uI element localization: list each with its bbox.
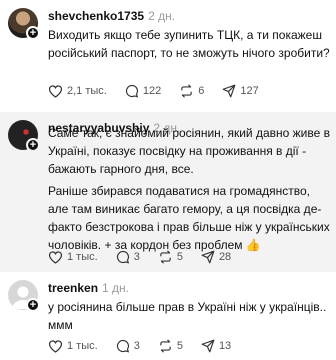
repost-arrows-icon [160,250,171,264]
avatar[interactable]: + [8,280,42,314]
heart-icon [48,251,63,264]
send-plane-icon [201,339,215,353]
comment-bubble-icon [116,339,129,353]
action-bar: 2,1 тыс. 122 6 127 [48,83,277,99]
comment-bubble-icon [125,84,138,98]
post-age: 1 дн. [102,281,130,295]
share-count: 13 [218,340,232,352]
username[interactable]: shevchenko1735 [48,9,144,23]
action-bar: 1 тыс. 3 5 13 [48,338,249,354]
username[interactable]: treenken [48,281,98,295]
heart-icon [48,85,63,98]
comment: + treenken 1 дн. у росіянина більше прав … [0,272,336,360]
send-plane-icon [222,84,236,98]
like-button[interactable]: 1 тыс. [48,250,98,264]
comment-text: у росіянина більше прав в Україні ніж у … [48,300,327,332]
comment-bubble-icon [116,250,129,264]
repost-count: 5 [176,251,183,263]
repost-button[interactable]: 6 [179,84,204,98]
comment-header: shevchenko1735 2 дн. [48,9,175,23]
reply-count: 122 [142,85,162,97]
comment-text: Саме так, є знайомий росіянин, який давн… [48,126,330,176]
share-count: 127 [240,85,259,97]
comment-body: Саме так, є знайомий росіянин, який давн… [48,124,330,254]
plus-icon[interactable]: + [26,298,40,312]
reply-count: 3 [133,251,140,263]
reply-button[interactable]: 3 [116,339,140,353]
share-button[interactable]: 127 [222,84,259,98]
repost-arrows-icon [181,84,192,98]
repost-count: 5 [176,340,183,352]
share-button[interactable]: 28 [201,250,231,264]
plus-icon[interactable]: + [26,138,40,152]
share-button[interactable]: 13 [201,339,231,353]
comment: + shevchenko1735 2 дн. Виходить якщо тебе… [0,0,336,112]
like-count: 2,1 тыс. [67,85,107,97]
comment-text-continued: Раніше збирався подаватися на громадянст… [48,184,330,252]
plus-icon[interactable]: + [26,26,40,40]
repost-arrows-icon [160,339,171,353]
post-age: 2 дн. [148,9,176,23]
comment-header: treenken 1 дн. [48,281,129,295]
like-count: 1 тыс. [67,251,98,263]
avatar[interactable]: + [8,8,42,42]
send-plane-icon [201,250,215,264]
reply-count: 3 [133,340,140,352]
repost-button[interactable]: 5 [158,250,183,264]
comment: + nestaryyabuvshiy 2 дн. Саме так, є знай… [0,112,336,272]
repost-count: 6 [198,85,205,97]
repost-button[interactable]: 5 [158,339,183,353]
reply-button[interactable]: 3 [116,250,140,264]
comment-text: Виходить якщо тебе зупинить ТЦК, а ти по… [48,28,330,60]
action-bar: 1 тыс. 3 5 28 [48,249,249,265]
like-count: 1 тыс. [67,340,98,352]
avatar[interactable]: + [8,120,42,154]
reply-button[interactable]: 122 [125,84,161,98]
share-count: 28 [218,251,232,263]
like-button[interactable]: 2,1 тыс. [48,84,107,98]
like-button[interactable]: 1 тыс. [48,339,98,353]
heart-icon [48,340,63,353]
